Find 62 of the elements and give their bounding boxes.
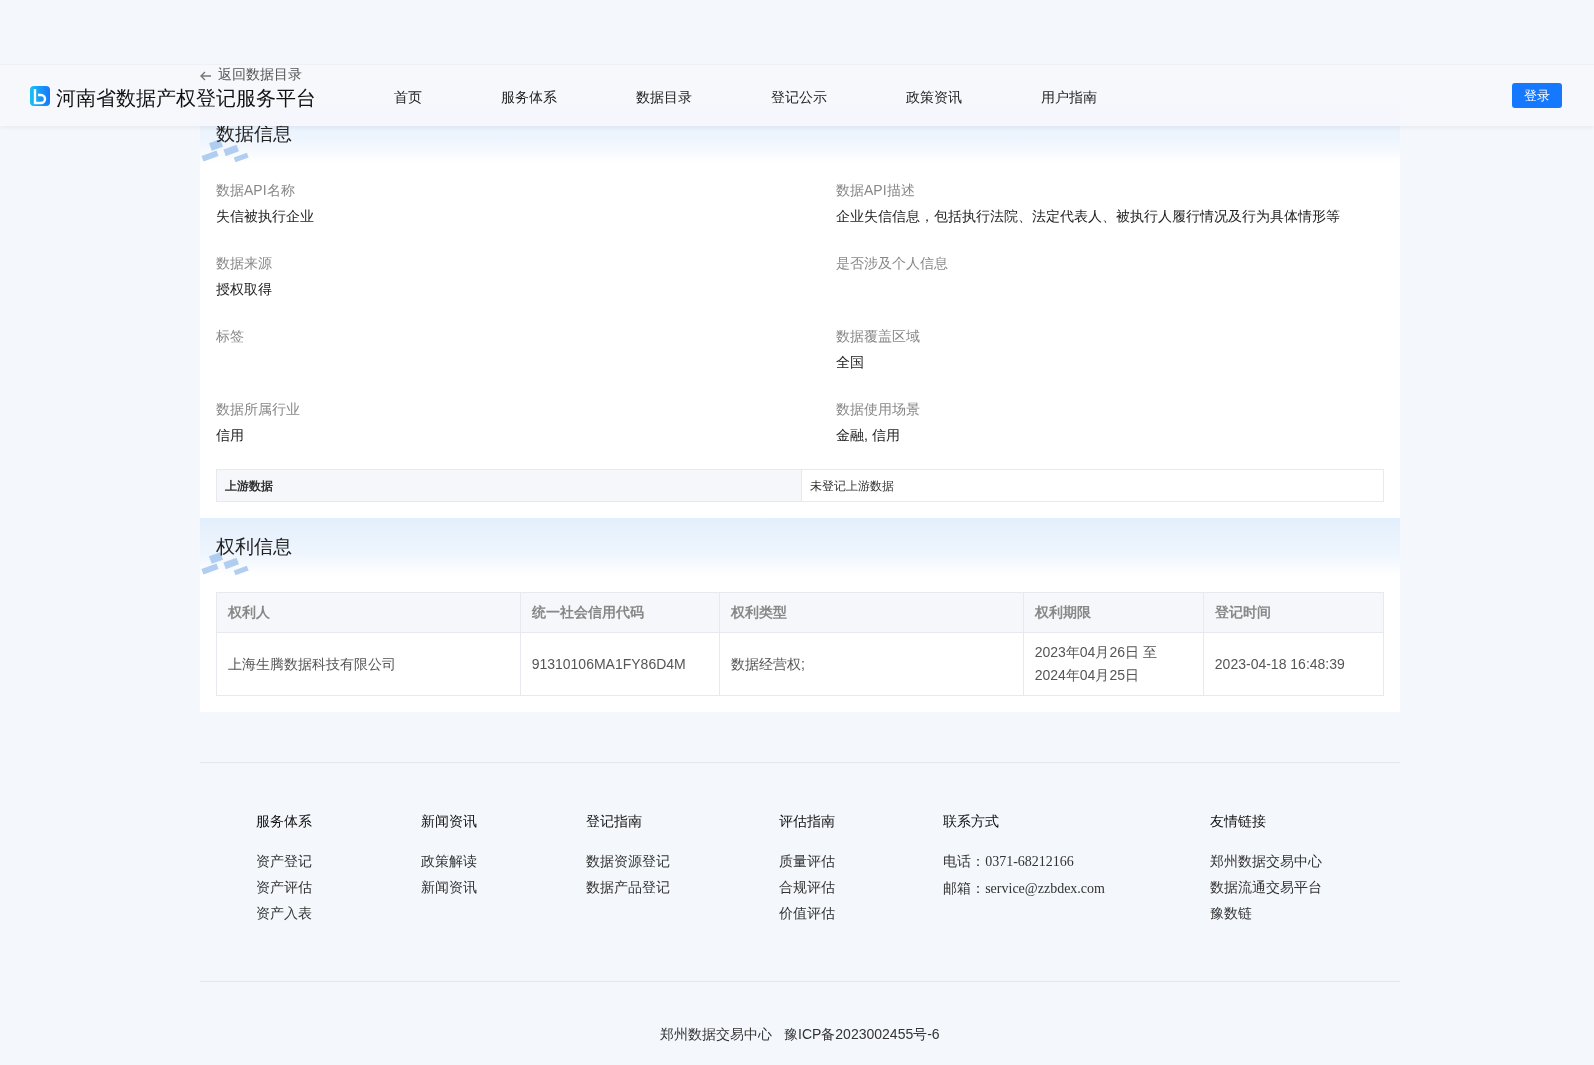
footer-link[interactable]: 豫数链 — [1209, 899, 1400, 926]
table-cell-text: 未登记上游数据 — [809, 478, 895, 495]
nav-link[interactable]: 服务体系 — [501, 87, 557, 108]
field-value: 金融, 信用 — [836, 426, 901, 445]
nav-link[interactable]: 政策资讯 — [906, 87, 962, 108]
nav-link[interactable]: 登记公示 — [771, 87, 827, 108]
back-arrow-icon[interactable] — [200, 71, 212, 81]
site-title: 河南省数据产权登记服务平台 — [56, 87, 316, 110]
table-header-cell: 上游数据 — [217, 470, 802, 501]
column-header: 统一社会信用代码 — [520, 592, 720, 633]
footer-link[interactable]: 质量评估 — [778, 847, 944, 874]
table-cell: 2023-04-18 16:48:39 — [1203, 632, 1384, 696]
field-value: 失信被执行企业 — [216, 207, 315, 226]
login-button[interactable]: 登录 — [1512, 82, 1562, 109]
footer-link[interactable]: 数据资源登记 — [586, 847, 779, 874]
footer-link[interactable]: 资产入表 — [256, 899, 421, 926]
table-cell: 数据经营权; — [719, 632, 1024, 696]
table-cell: 2023年04月26日 至 2024年04月25日 — [1023, 632, 1204, 696]
field-label: 数据使用场景 — [836, 400, 921, 419]
footer-heading: 评估指南 — [778, 813, 836, 830]
footer-link[interactable]: 政策解读 — [420, 847, 587, 874]
footer-org: 郑州数据交易中心 — [660, 1026, 773, 1042]
column-header: 权利人 — [216, 592, 521, 633]
field-label: 数据API描述 — [836, 181, 916, 200]
column-header: 权利类型 — [719, 592, 1024, 633]
nav-link[interactable]: 用户指南 — [1041, 87, 1097, 108]
column-header: 登记时间 — [1203, 592, 1384, 633]
footer-heading: 服务体系 — [256, 813, 313, 830]
field-value: 信用 — [216, 426, 245, 445]
table-cell: 91310106MA1FY86D4M — [520, 632, 720, 696]
field-label: 数据API名称 — [216, 181, 296, 200]
footer-link[interactable]: 价值评估 — [778, 899, 944, 926]
footer-link[interactable]: 资产登记 — [256, 847, 421, 874]
footer-heading: 新闻资讯 — [420, 813, 478, 830]
logo-icon — [30, 85, 50, 106]
contact-info: 邮箱：service@zzbdex.com — [943, 878, 1106, 898]
footer-link[interactable]: 新闻资讯 — [420, 873, 587, 900]
field-value: 授权取得 — [216, 280, 273, 299]
section-title: 权利信息 — [216, 535, 292, 559]
field-value: 企业失信信息，包括执行法院、法定代表人、被执行人履行情况及行为具体情形等 — [836, 207, 1341, 226]
field-label: 数据覆盖区域 — [836, 327, 921, 346]
table-cell: 上海生腾数据科技有限公司 — [216, 632, 521, 696]
footer-link[interactable]: 数据产品登记 — [586, 873, 779, 900]
field-label: 数据来源 — [216, 254, 273, 273]
footer-heading: 联系方式 — [943, 813, 1001, 830]
column-header: 权利期限 — [1023, 592, 1204, 633]
footer-heading: 登记指南 — [586, 813, 644, 830]
field-label: 数据所属行业 — [216, 400, 301, 419]
field-label: 标签 — [216, 327, 245, 346]
footer-link[interactable]: 合规评估 — [778, 873, 944, 900]
footer-heading: 友情链接 — [1209, 813, 1267, 830]
footer-link[interactable]: 资产评估 — [256, 873, 421, 900]
field-label: 是否涉及个人信息 — [836, 254, 949, 273]
footer-link[interactable]: 郑州数据交易中心 — [1209, 847, 1400, 874]
field-value: 全国 — [836, 353, 865, 372]
back-link[interactable]: 返回数据目录 — [218, 66, 302, 82]
section-title: 数据信息 — [216, 122, 292, 146]
icp-link[interactable]: 豫ICP备2023002455号-6 — [784, 1026, 940, 1042]
footer-link[interactable]: 数据流通交易平台 — [1209, 873, 1400, 900]
nav-link[interactable]: 首页 — [394, 87, 422, 108]
nav-link[interactable]: 数据目录 — [636, 87, 692, 108]
contact-info: 电话：0371-68212166 — [943, 851, 1075, 871]
